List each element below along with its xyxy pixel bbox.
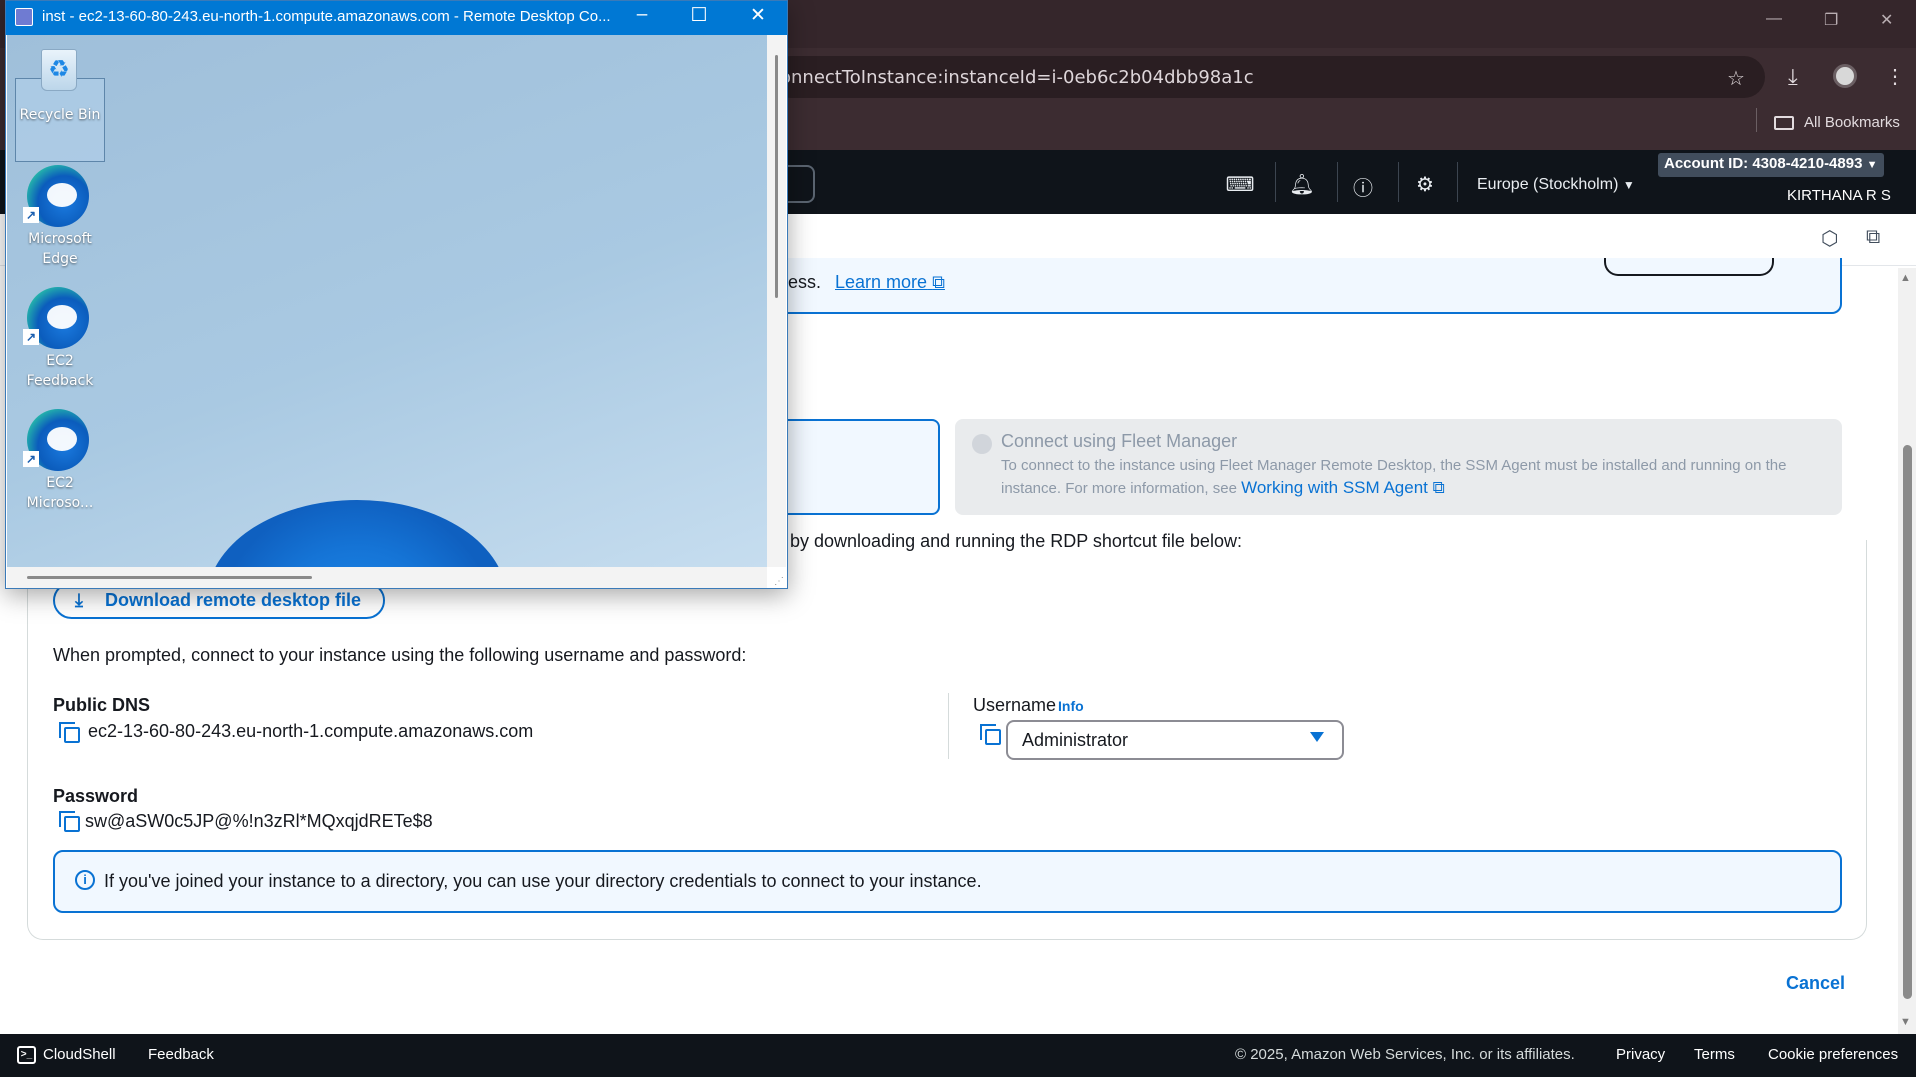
fleet-manager-title: Connect using Fleet Manager (1001, 431, 1238, 451)
ec2-microsoft-label[interactable]: EC2 Microso... (15, 473, 105, 513)
header-separator (1337, 162, 1338, 202)
recycle-bin-label[interactable]: Recycle Bin (15, 105, 105, 125)
cookie-preferences-link[interactable]: Cookie preferences (1768, 1046, 1898, 1063)
account-id-text: Account ID: 4308-4210-4893 (1664, 155, 1863, 172)
learn-more-label: Learn more (835, 272, 928, 292)
external-link-icon: ⧉ (1432, 478, 1445, 497)
header-separator (1457, 162, 1458, 202)
external-link-icon: ⧉ (932, 272, 945, 292)
bookmarks-separator (1756, 108, 1757, 132)
shortcut-arrow-icon: ↗ (23, 207, 39, 223)
label-line: EC2 (46, 475, 74, 491)
shortcut-arrow-icon: ↗ (23, 329, 39, 345)
settings-gear-icon[interactable]: ⚙ (1410, 172, 1440, 197)
edge-swirl-detail (47, 427, 77, 451)
account-id-badge[interactable]: Account ID: 4308-4210-4893 ▼ (1658, 153, 1884, 177)
browser-menu-icon[interactable]: ⋮ (1885, 64, 1905, 89)
info-circle-icon: i (75, 870, 95, 890)
rdp-close-icon[interactable]: ✕ (738, 4, 778, 27)
remote-desktop-screen[interactable]: ♻ Recycle Bin ↗ Microsoft Edge ↗ EC2 Feedb… (7, 35, 767, 567)
browser-minimize-icon[interactable]: — (1766, 10, 1782, 28)
option-rdp-client[interactable] (770, 419, 940, 515)
directory-info-text: If you've joined your instance to a dire… (104, 871, 982, 891)
terms-link[interactable]: Terms (1694, 1046, 1735, 1063)
address-bar-url[interactable]: onnectToInstance:instanceId=i-0eb6c2b04d… (780, 67, 1254, 88)
rdp-horizontal-scrollbar-thumb[interactable] (27, 576, 312, 579)
ssm-agent-link[interactable]: Working with SSM Agent ⧉ (1241, 478, 1445, 497)
username-select[interactable]: Administrator (1006, 720, 1344, 760)
download-icon: ⤓ (75, 590, 83, 610)
recycle-bin-icon[interactable]: ♻ (41, 49, 77, 91)
edge-swirl-detail (47, 183, 77, 207)
scroll-down-arrow-icon[interactable]: ▼ (1900, 1016, 1911, 1028)
hexagon-shield-icon[interactable]: ⬡ (1821, 226, 1838, 251)
user-menu[interactable]: KIRTHANA R S (1787, 187, 1891, 204)
public-dns-label: Public DNS (53, 695, 151, 715)
fleet-manager-radio[interactable] (972, 434, 992, 454)
copy-password-icon[interactable] (59, 811, 80, 832)
feedback-link[interactable]: Feedback (148, 1046, 214, 1063)
caret-down-icon (1310, 732, 1324, 742)
microsoft-edge-label[interactable]: Microsoft Edge (15, 229, 105, 269)
rdp-instructions: by downloading and running the RDP short… (790, 531, 1242, 551)
banner-action-button[interactable] (1604, 258, 1774, 276)
browser-close-icon[interactable]: ✕ (1880, 10, 1893, 30)
cloudshell-icon[interactable]: >_ (17, 1046, 36, 1064)
notifications-bell-icon[interactable]: 🔔︎ (1287, 172, 1317, 197)
copy-username-icon[interactable] (980, 724, 1001, 745)
username-label: Username (973, 695, 1057, 715)
page-scrollbar-thumb[interactable] (1903, 445, 1912, 999)
help-icon[interactable]: ⓘ (1348, 172, 1378, 201)
ssm-agent-link-label: Working with SSM Agent (1241, 478, 1428, 497)
browser-restore-icon[interactable]: ❐ (1824, 10, 1838, 30)
rdp-minimize-icon[interactable]: – (622, 4, 662, 26)
password-value: sw@aSW0c5JP@%!n3zRl*MQxqjdRETe$8 (85, 811, 433, 831)
label-line: Microsoft (28, 231, 92, 247)
public-dns-value: ec2-13-60-80-243.eu-north-1.compute.amaz… (88, 721, 534, 741)
profile-avatar[interactable] (1833, 64, 1857, 88)
learn-more-link[interactable]: Learn more ⧉ (835, 272, 945, 293)
edge-swirl-detail (47, 305, 77, 329)
label-line: Microso... (26, 495, 94, 511)
cancel-button[interactable]: Cancel (1786, 973, 1845, 994)
rdp-vertical-scrollbar-thumb[interactable] (775, 55, 778, 298)
cloudshell-link[interactable]: CloudShell (43, 1046, 116, 1063)
copy-dns-icon[interactable] (59, 722, 80, 743)
username-info-link[interactable]: Info (1058, 698, 1084, 714)
region-label: Europe (Stockholm) (1477, 176, 1619, 193)
copyright-text: © 2025, Amazon Web Services, Inc. or its… (1235, 1046, 1575, 1063)
resize-grip-icon[interactable]: ⋰ (774, 576, 784, 587)
windows-wallpaper-bloom (207, 500, 507, 567)
privacy-link[interactable]: Privacy (1616, 1046, 1665, 1063)
label-line: EC2 (46, 353, 74, 369)
header-separator (1398, 162, 1399, 202)
scroll-up-arrow-icon[interactable]: ▲ (1900, 272, 1911, 284)
shortcut-arrow-icon: ↗ (23, 451, 39, 467)
downloads-icon[interactable]: ⤓ (1788, 64, 1798, 90)
all-bookmarks-link[interactable]: All Bookmarks (1804, 114, 1900, 131)
folder-icon (1774, 116, 1794, 130)
chevron-down-icon: ▼ (1866, 159, 1878, 171)
label-line: Edge (42, 251, 78, 267)
screen-share-icon[interactable]: ⧉ (1866, 226, 1880, 249)
rdp-window-title: inst - ec2-13-60-80-243.eu-north-1.compu… (42, 8, 611, 25)
remote-desktop-app-icon[interactable] (15, 8, 33, 26)
password-label: Password (53, 786, 139, 806)
column-divider (948, 693, 949, 759)
bookmark-star-icon[interactable]: ☆ (1727, 66, 1745, 91)
header-separator (1275, 162, 1276, 202)
region-selector[interactable]: Europe (Stockholm) ▼ (1477, 176, 1635, 194)
rdp-maximize-icon[interactable]: ☐ (679, 4, 719, 27)
ec2-feedback-label[interactable]: EC2 Feedback (15, 351, 105, 391)
chevron-down-icon: ▼ (1622, 178, 1635, 192)
label-line: Feedback (26, 373, 94, 389)
cloudshell-icon[interactable]: ⌨ (1225, 172, 1255, 197)
credentials-prompt: When prompted, connect to your instance … (53, 645, 747, 665)
fleet-manager-description: To connect to the instance using Fleet M… (1001, 455, 1826, 500)
